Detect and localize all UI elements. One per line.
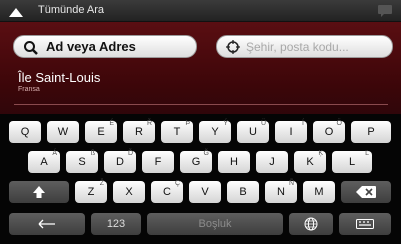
key-m[interactable]: M	[303, 181, 335, 203]
city-input[interactable]: Şehir, posta kodu...	[216, 35, 393, 58]
shift-key[interactable]	[9, 181, 69, 203]
globe-icon	[289, 217, 333, 231]
search-input[interactable]: Ad veya Adres	[13, 35, 197, 58]
key-u[interactable]: UÜ	[237, 120, 269, 143]
shift-icon	[9, 185, 69, 199]
keyboard-layout-key[interactable]	[339, 213, 391, 235]
key-t[interactable]: TÞ	[161, 120, 193, 143]
backspace-key[interactable]	[341, 181, 391, 203]
search-panel: Ad veya Adres Şehir, posta kodu... Île S…	[0, 22, 401, 114]
back-arrow-icon[interactable]	[8, 5, 24, 23]
key-k[interactable]: KĶ	[294, 150, 326, 173]
key-z[interactable]: ZŽ	[75, 180, 107, 203]
key-y[interactable]: YÝ	[199, 120, 231, 143]
key-b[interactable]: B	[227, 181, 259, 203]
search-input-value: Ad veya Adres	[46, 39, 136, 54]
key-l[interactable]: LĽ	[332, 150, 372, 173]
key-d[interactable]: DĎ	[104, 150, 136, 173]
key-g[interactable]: GĞ	[180, 150, 212, 173]
title-bar: Tümünde Ara	[0, 0, 401, 22]
city-input-placeholder: Şehir, posta kodu...	[246, 40, 349, 54]
search-icon	[23, 40, 39, 61]
key-x[interactable]: X	[113, 181, 145, 203]
key-r[interactable]: RŘ	[123, 120, 155, 143]
key-a[interactable]: AÁ	[28, 150, 60, 173]
key-s[interactable]: Sß	[66, 150, 98, 173]
key-w[interactable]: W	[47, 121, 79, 143]
key-c[interactable]: CÇ	[151, 180, 183, 203]
target-icon	[225, 39, 241, 60]
numbers-key[interactable]: 123	[91, 213, 141, 235]
result-name: Île Saint-Louis	[18, 70, 101, 85]
separator	[14, 104, 388, 105]
key-q[interactable]: Q	[9, 121, 41, 143]
key-i[interactable]: IÍ	[275, 120, 307, 143]
key-h[interactable]: H	[218, 151, 250, 173]
key-e[interactable]: EÉ	[85, 120, 117, 143]
keyboard: Q W EÉ RŘ TÞ YÝ UÜ IÍ OÖ P AÁ Sß DĎ F GĞ…	[0, 114, 401, 244]
key-p[interactable]: P	[351, 121, 391, 143]
space-key[interactable]: Boşluk	[147, 213, 283, 235]
key-v[interactable]: V	[189, 181, 221, 203]
key-j[interactable]: J	[256, 151, 288, 173]
backspace-icon	[341, 186, 391, 198]
back-key[interactable]	[9, 213, 85, 235]
message-icon[interactable]	[377, 4, 393, 23]
left-arrow-icon	[9, 219, 85, 229]
key-f[interactable]: F	[142, 151, 174, 173]
key-n[interactable]: NÑ	[265, 180, 297, 203]
key-o[interactable]: OÖ	[313, 120, 345, 143]
result-country: Fransa	[18, 86, 40, 93]
result-item[interactable]: Île Saint-Louis Fransa	[18, 70, 100, 93]
keyboard-icon	[339, 219, 391, 229]
page-title: Tümünde Ara	[38, 4, 105, 16]
language-key[interactable]	[289, 213, 333, 235]
